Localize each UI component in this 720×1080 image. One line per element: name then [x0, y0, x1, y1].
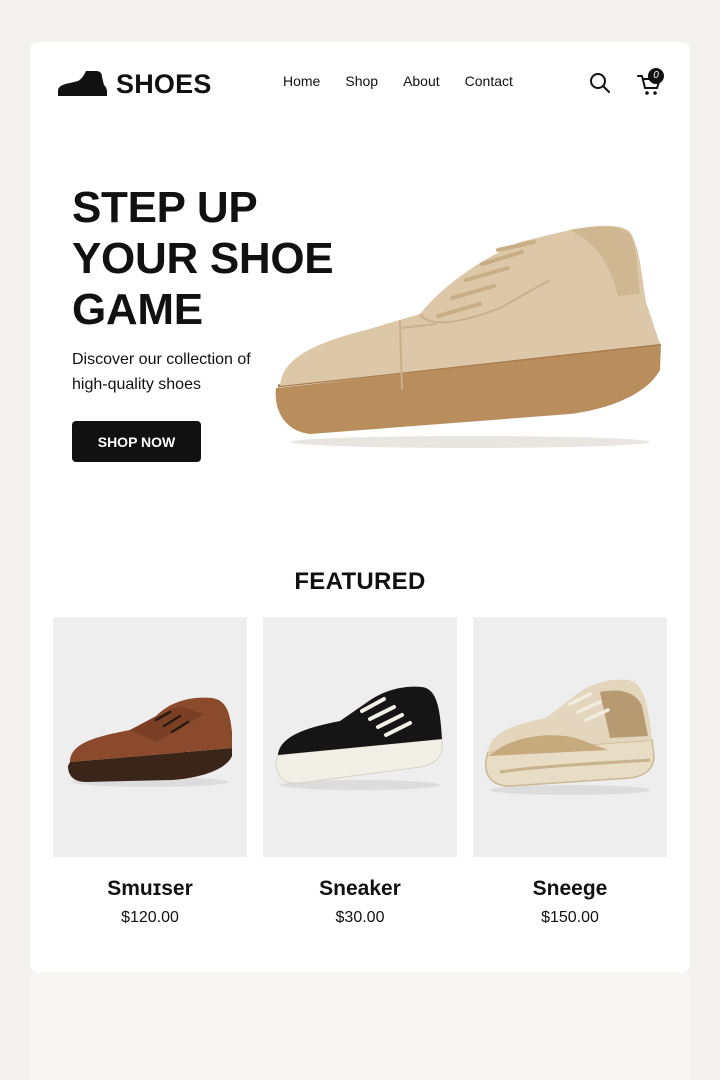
product-price: $120.00 [121, 909, 179, 926]
nav-contact[interactable]: Contact [465, 73, 513, 89]
product-name[interactable]: Sneege [473, 877, 667, 901]
product-card[interactable]: Smuɪser $120.00 [53, 617, 247, 927]
black-sneaker-image [263, 617, 457, 857]
cart-count-badge: 0 [648, 68, 664, 84]
shoe-logo-icon [58, 71, 107, 96]
product-name[interactable]: Smuɪser [53, 877, 247, 901]
nav-about[interactable]: About [403, 73, 440, 89]
beige-sneaker-image [275, 225, 661, 448]
product-card[interactable]: Sneaker $30.00 [263, 617, 457, 927]
beige-chunky-sneaker-image [473, 617, 667, 857]
search-icon[interactable] [588, 71, 612, 95]
featured-heading: FEATURED [294, 568, 426, 595]
logo-text: SHOES [116, 68, 212, 99]
nav-shop[interactable]: Shop [345, 73, 378, 89]
hero-subtitle-line: high-quality shoes [72, 376, 201, 393]
hero-subtitle-line: Discover our collection of [72, 351, 251, 368]
page-card: SHOES Home Shop About Contact 0 STEP UP … [30, 42, 690, 972]
shop-now-button[interactable]: SHOP NOW [72, 421, 201, 462]
logo[interactable]: SHOES [56, 66, 212, 102]
product-price: $150.00 [541, 909, 599, 926]
main-nav: Home Shop About Contact [283, 73, 538, 89]
nav-home[interactable]: Home [283, 73, 320, 89]
product-card[interactable]: Sneege $150.00 [473, 617, 667, 927]
brown-oxford-shoe-image [53, 617, 247, 857]
hero-subtitle: Discover our collection of high-quality … [72, 347, 292, 397]
footer-section [30, 972, 690, 1080]
product-price: $30.00 [335, 909, 385, 926]
product-name[interactable]: Sneaker [263, 877, 457, 901]
